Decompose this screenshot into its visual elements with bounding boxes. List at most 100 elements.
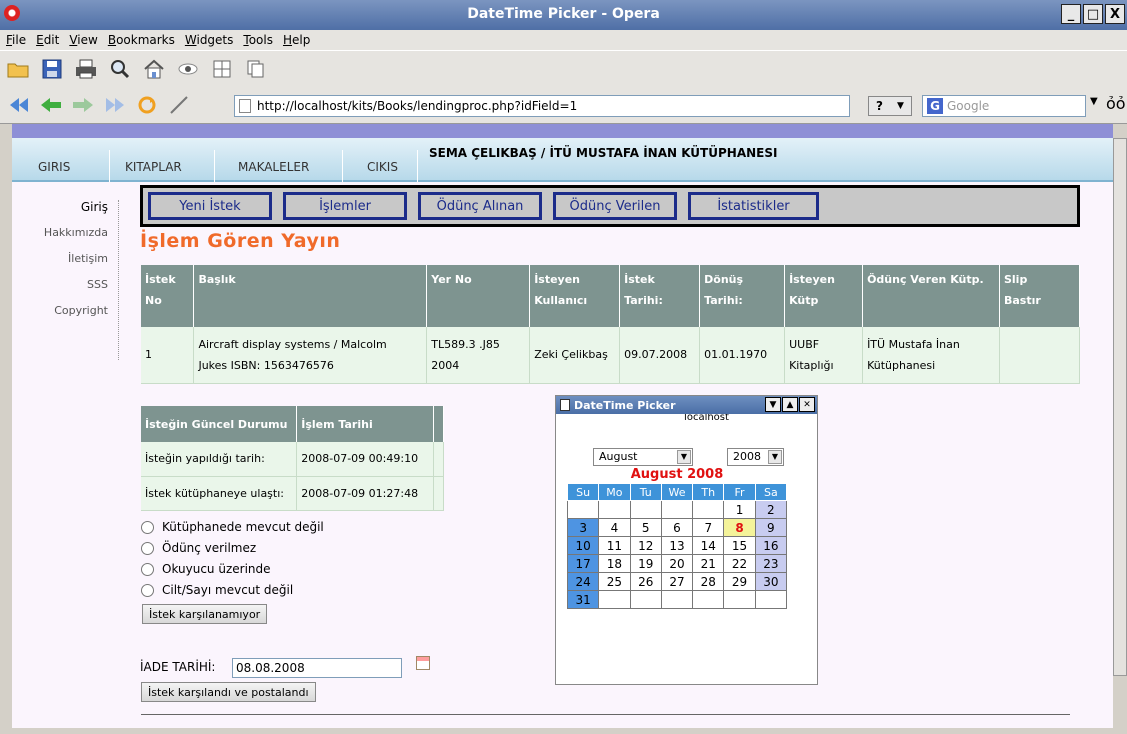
cascade-icon[interactable] xyxy=(244,57,268,81)
fast-forward-icon[interactable] xyxy=(102,93,128,117)
calendar-day[interactable]: 14 xyxy=(692,536,725,555)
menu-view[interactable]: View xyxy=(69,33,97,47)
calendar-day[interactable]: 22 xyxy=(723,554,756,573)
calendar-day[interactable]: 31 xyxy=(566,590,600,609)
calendar-day[interactable]: 19 xyxy=(629,554,662,573)
picker-minimize-button[interactable]: ▼ xyxy=(765,397,781,412)
forward-icon[interactable] xyxy=(70,93,96,117)
month-select[interactable]: August ▼ xyxy=(593,448,693,466)
calendar-day[interactable]: 6 xyxy=(660,518,694,537)
option-volume-missing[interactable]: Cilt/Sayı mevcut değil xyxy=(141,583,293,597)
picker-titlebar[interactable]: DateTime Picker ▼ ▲ ✕ xyxy=(556,396,817,414)
open-folder-icon[interactable] xyxy=(6,57,30,81)
minimize-button[interactable]: _ xyxy=(1061,4,1081,24)
back-icon[interactable] xyxy=(38,93,64,117)
tab-odunc-alinan[interactable]: Ödünç Alınan xyxy=(418,192,542,220)
cell-slip[interactable] xyxy=(999,327,1081,384)
calendar-day[interactable]: 18 xyxy=(598,554,631,573)
calendar-day[interactable]: 9 xyxy=(754,518,788,537)
calendar-day[interactable]: 10 xyxy=(566,536,600,555)
calendar-week: 24 25 26 27 28 29 30 xyxy=(566,572,788,591)
side-item-sss[interactable]: SSS xyxy=(12,272,122,298)
help-button[interactable]: ? ▼ xyxy=(868,96,912,116)
page-title: İşlem Gören Yayın xyxy=(140,230,341,252)
tab-yeni-istek[interactable]: Yeni İstek xyxy=(148,192,272,220)
calendar-icon[interactable] xyxy=(416,656,430,670)
option-with-reader[interactable]: Okuyucu üzerinde xyxy=(141,562,271,576)
nav-makaleler[interactable]: MAKALELER xyxy=(238,160,309,174)
close-button[interactable]: X xyxy=(1105,4,1125,24)
save-icon[interactable] xyxy=(40,57,64,81)
nav-kitaplar[interactable]: KITAPLAR xyxy=(125,160,182,174)
library-name: SEMA ÇELIKBAŞ / İTÜ MUSTAFA İNAN KÜTÜPHA… xyxy=(429,146,778,160)
calendar-day[interactable]: 26 xyxy=(629,572,662,591)
menu-file[interactable]: File xyxy=(6,33,26,47)
side-item-iletisim[interactable]: İletişim xyxy=(12,246,122,272)
calendar-day[interactable]: 27 xyxy=(660,572,694,591)
edit-icon[interactable] xyxy=(166,93,192,117)
tile-icon[interactable] xyxy=(210,57,234,81)
nav-cikis[interactable]: CIKIS xyxy=(367,160,398,174)
calendar-day[interactable]: 16 xyxy=(754,536,788,555)
search-dropdown-icon[interactable]: ▼ xyxy=(1090,96,1104,116)
option-not-lendable[interactable]: Ödünç verilmez xyxy=(141,541,256,555)
home-icon[interactable] xyxy=(142,57,166,81)
option-not-available[interactable]: Kütüphanede mevcut değil xyxy=(141,520,324,534)
rewind-icon[interactable] xyxy=(6,93,32,117)
calendar-day[interactable]: 20 xyxy=(660,554,694,573)
url-field[interactable]: http://localhost/kits/Books/lendingproc.… xyxy=(234,95,850,117)
window-titlebar[interactable]: DateTime Picker - Opera _ □ X xyxy=(0,0,1127,30)
calendar-day[interactable]: 2 xyxy=(754,500,788,519)
maximize-button[interactable]: □ xyxy=(1083,4,1103,24)
calendar-day[interactable]: 7 xyxy=(692,518,725,537)
calendar-day[interactable]: 17 xyxy=(566,554,600,573)
picker-close-button[interactable]: ✕ xyxy=(799,397,815,412)
tab-odunc-verilen[interactable]: Ödünç Verilen xyxy=(553,192,677,220)
datetime-picker-window[interactable]: DateTime Picker ▼ ▲ ✕ localhost August ▼… xyxy=(555,395,818,685)
glasses-icon[interactable]: ỏỏ xyxy=(1106,94,1126,113)
calendar-day[interactable]: 13 xyxy=(660,536,694,555)
menu-bookmarks[interactable]: Bookmarks xyxy=(108,33,175,47)
calendar-day[interactable]: 30 xyxy=(754,572,788,591)
calendar-day[interactable]: 21 xyxy=(692,554,725,573)
calendar-day[interactable]: 1 xyxy=(723,500,756,519)
search-input[interactable]: G Google xyxy=(922,95,1086,117)
side-item-giris[interactable]: Giriş xyxy=(12,194,122,220)
reload-icon[interactable] xyxy=(134,93,160,117)
menu-widgets[interactable]: Widgets xyxy=(185,33,234,47)
calendar-day[interactable]: 3 xyxy=(566,518,600,537)
hotlist-icon[interactable] xyxy=(176,57,200,81)
calendar-day-today[interactable]: 8 xyxy=(723,518,756,537)
menu-tools[interactable]: Tools xyxy=(243,33,273,47)
calendar-day[interactable]: 5 xyxy=(629,518,662,537)
tab-istatistikler[interactable]: İstatistikler xyxy=(688,192,819,220)
tab-islemler[interactable]: İşlemler xyxy=(283,192,407,220)
find-icon[interactable] xyxy=(108,57,132,81)
calendar-day[interactable]: 24 xyxy=(566,572,600,591)
radio-button[interactable] xyxy=(141,541,154,555)
radio-button[interactable] xyxy=(141,583,154,597)
calendar-day[interactable]: 23 xyxy=(754,554,788,573)
scrollbar-thumb[interactable] xyxy=(1113,138,1127,676)
calendar-day[interactable]: 25 xyxy=(598,572,631,591)
print-icon[interactable] xyxy=(74,57,98,81)
fulfilled-button[interactable]: İstek karşılandı ve postalandı xyxy=(141,682,316,702)
calendar-day[interactable]: 15 xyxy=(723,536,756,555)
calendar-day[interactable]: 28 xyxy=(692,572,725,591)
menu-edit[interactable]: Edit xyxy=(36,33,59,47)
calendar-day[interactable]: 12 xyxy=(629,536,662,555)
unmet-button[interactable]: İstek karşılanamıyor xyxy=(142,604,268,624)
year-select[interactable]: 2008 ▼ xyxy=(727,448,784,466)
menu-help[interactable]: Help xyxy=(283,33,310,47)
radio-button[interactable] xyxy=(141,562,154,576)
return-date-input[interactable]: 08.08.2008 xyxy=(232,658,402,678)
picker-maximize-button[interactable]: ▲ xyxy=(782,397,798,412)
radio-button[interactable] xyxy=(141,520,154,534)
side-item-hakkimizda[interactable]: Hakkımızda xyxy=(12,220,122,246)
side-item-copyright[interactable]: Copyright xyxy=(12,298,122,324)
calendar-day[interactable]: 4 xyxy=(598,518,631,537)
calendar-day[interactable]: 29 xyxy=(723,572,756,591)
calendar-day[interactable]: 11 xyxy=(598,536,631,555)
nav-giris[interactable]: GIRIS xyxy=(38,160,70,174)
vertical-scrollbar[interactable] xyxy=(1113,124,1127,728)
